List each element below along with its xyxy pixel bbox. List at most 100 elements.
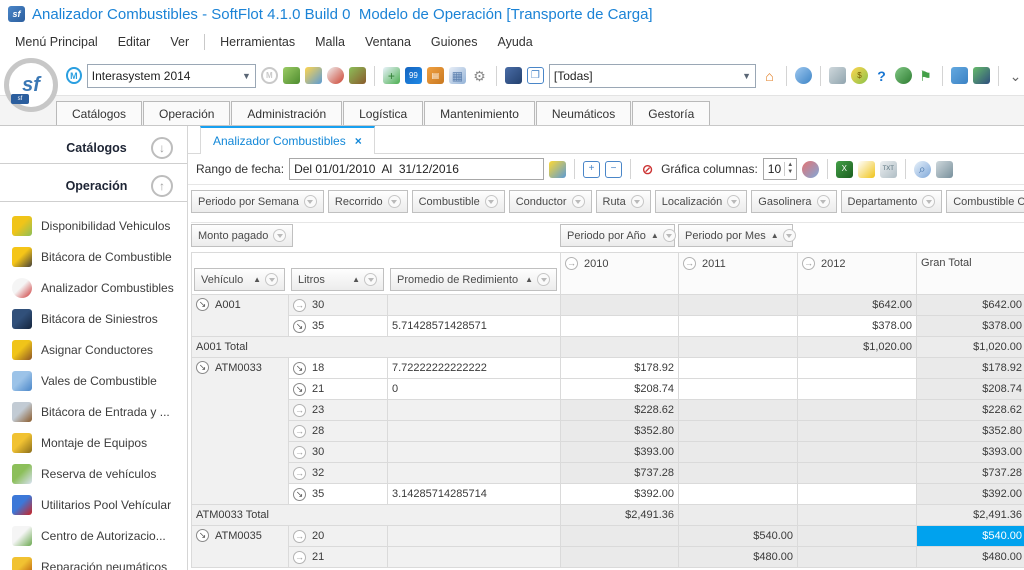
filter-funnel-icon[interactable] — [304, 195, 317, 208]
print-preview-icon[interactable]: ⌕ — [914, 161, 931, 178]
pivot-litros-cell[interactable]: ↘35 — [289, 316, 388, 337]
pivot-value-cell-2012[interactable]: $378.00 — [798, 316, 917, 337]
menu-item-ver[interactable]: Ver — [161, 32, 198, 52]
chevron-down-circle-icon[interactable]: ↓ — [151, 137, 173, 159]
sidebar-section-operacion[interactable]: Operación ↑ — [0, 170, 187, 202]
ribbon-tab-mantenimiento[interactable]: Mantenimiento — [424, 101, 535, 125]
ribbon-tab-neumaticos[interactable]: Neumáticos — [536, 101, 631, 125]
pivot-column-header-gran-total[interactable]: Gran Total — [917, 253, 1024, 295]
pivot-litros-cell[interactable]: →28 — [289, 421, 388, 442]
filter-funnel-icon[interactable] — [727, 195, 740, 208]
pivot-total-cell-gran-total[interactable]: $2,491.36 — [917, 505, 1024, 526]
image-export-icon[interactable] — [858, 161, 875, 178]
pivot-value-cell-2010[interactable]: $392.00 — [561, 484, 679, 505]
expand-icon[interactable]: → — [293, 299, 306, 312]
pivot-value-cell-2012[interactable] — [798, 463, 917, 484]
cancel-refresh-icon[interactable]: ⊘ — [639, 161, 656, 178]
field-chip-recorrido[interactable]: Recorrido — [328, 190, 408, 213]
pie-chart-icon[interactable] — [802, 161, 819, 178]
collapse-icon[interactable]: ↘ — [196, 529, 209, 542]
expand-icon[interactable]: → — [293, 404, 306, 417]
field-chip-gasolinera[interactable]: Gasolinera — [751, 190, 836, 213]
pivot-value-cell-2012[interactable] — [798, 547, 917, 568]
pivot-total-cell-gran-total[interactable]: $1,020.00 — [917, 337, 1024, 358]
pivot-value-cell-gran-total[interactable]: $378.00 — [917, 316, 1024, 337]
panel-icon[interactable] — [505, 67, 522, 84]
sidebar-item-centro-de-autorizacio[interactable]: Centro de Autorizacio... — [12, 520, 187, 551]
field-chip-monto-pagado[interactable]: Monto pagado — [191, 224, 293, 247]
filter-funnel-icon[interactable] — [572, 195, 585, 208]
filter-funnel-icon[interactable] — [817, 195, 830, 208]
menu-item-editar[interactable]: Editar — [109, 32, 160, 52]
window-switch-icon[interactable]: ❐ — [527, 67, 544, 84]
pivot-value-cell-2011[interactable] — [679, 316, 798, 337]
field-chip-promedio-de-redimiento[interactable]: Promedio de Redimiento▲ — [390, 268, 557, 291]
tab-analizador-combustibles[interactable]: Analizador Combustibles × — [200, 126, 375, 154]
pivot-value-cell-gran-total[interactable]: $393.00 — [917, 442, 1024, 463]
sidebar-item-vales-de-combustible[interactable]: Vales de Combustible — [12, 365, 187, 396]
pivot-vehicle-cell-atm0035[interactable]: ↘ATM0035 — [192, 526, 289, 568]
field-chip-periodo-mes[interactable]: Periodo por Mes ▲ — [678, 224, 793, 247]
sidebar-item-montaje-de-equipos[interactable]: Montaje de Equipos — [12, 427, 187, 458]
pivot-promedio-cell[interactable]: 5.71428571428571 — [388, 316, 561, 337]
numbers-99-icon[interactable]: 99 — [405, 67, 422, 84]
pivot-value-cell-2011[interactable] — [679, 484, 798, 505]
filter-funnel-icon[interactable] — [273, 229, 286, 242]
ribbon-tab-logistica[interactable]: Logística — [343, 101, 423, 125]
users-icon[interactable] — [349, 67, 366, 84]
pivot-value-cell-2011[interactable] — [679, 463, 798, 484]
pivot-value-cell-2010[interactable] — [561, 316, 679, 337]
pivot-value-cell-gran-total[interactable]: $178.92 — [917, 358, 1024, 379]
filter-funnel-icon[interactable] — [364, 273, 377, 286]
pivot-promedio-cell[interactable] — [388, 442, 561, 463]
pivot-value-cell-gran-total[interactable]: $737.28 — [917, 463, 1024, 484]
pivot-value-cell-gran-total[interactable]: $392.00 — [917, 484, 1024, 505]
sidebar-item-bitacora-de-siniestros[interactable]: Bitácora de Siniestros — [12, 303, 187, 334]
field-chip-conductor[interactable]: Conductor — [509, 190, 592, 213]
ribbon-tab-operacion[interactable]: Operación — [143, 101, 230, 125]
pivot-litros-cell[interactable]: ↘18 — [289, 358, 388, 379]
sidebar-item-utilitarios-pool-vehicular[interactable]: Utilitarios Pool Vehícular — [12, 489, 187, 520]
pivot-promedio-cell[interactable] — [388, 421, 561, 442]
pivot-value-cell-2011[interactable] — [679, 400, 798, 421]
globe-icon[interactable] — [795, 67, 812, 84]
grid-icon[interactable]: ▦ — [449, 67, 466, 84]
collapse-all-icon[interactable]: − — [605, 161, 622, 178]
pivot-value-cell-gran-total[interactable]: $208.74 — [917, 379, 1024, 400]
field-chip-departamento[interactable]: Departamento — [841, 190, 943, 213]
pivot-column-header-2011[interactable]: →2011 — [679, 253, 798, 295]
pivot-value-cell-2010[interactable]: $178.92 — [561, 358, 679, 379]
pivot-value-cell-2012[interactable] — [798, 358, 917, 379]
pivot-total-cell-2010[interactable] — [561, 337, 679, 358]
pivot-value-cell-2010[interactable] — [561, 547, 679, 568]
field-chip-periodo-ano[interactable]: Periodo por Año ▲ — [560, 224, 675, 247]
pivot-vehicle-cell-a001[interactable]: ↘A001 — [192, 295, 289, 337]
pivot-litros-cell[interactable]: →20 — [289, 526, 388, 547]
pivot-litros-cell[interactable]: ↘21 — [289, 379, 388, 400]
pivot-value-cell-2010[interactable]: $208.74 — [561, 379, 679, 400]
new-report-icon[interactable]: + — [383, 67, 400, 84]
print-icon[interactable] — [936, 161, 953, 178]
field-chip-combustible[interactable]: Combustible — [412, 190, 505, 213]
pivot-total-cell-2011[interactable] — [679, 337, 798, 358]
pivot-promedio-cell[interactable]: 3.14285714285714 — [388, 484, 561, 505]
pivot-value-cell-2011[interactable]: $480.00 — [679, 547, 798, 568]
pivot-value-cell-2012[interactable] — [798, 400, 917, 421]
sidebar-item-reparacion-neumaticos[interactable]: Reparación neumáticos — [12, 551, 187, 570]
ribbon-tab-administracion[interactable]: Administración — [231, 101, 342, 125]
pivot-litros-cell[interactable]: ↘35 — [289, 484, 388, 505]
menu-item-ayuda[interactable]: Ayuda — [488, 32, 541, 52]
sidebar-item-analizador-combustibles[interactable]: Analizador Combustibles — [12, 272, 187, 303]
pivot-value-cell-2011[interactable]: $540.00 — [679, 526, 798, 547]
picture-icon[interactable] — [305, 67, 322, 84]
ribbon-tab-gestoria[interactable]: Gestoría — [632, 101, 710, 125]
dashboard-gauge-icon[interactable] — [327, 67, 344, 84]
menu-item-malla[interactable]: Malla — [306, 32, 354, 52]
coins-icon[interactable]: $ — [851, 67, 868, 84]
pivot-promedio-cell[interactable]: 0 — [388, 379, 561, 400]
pivot-value-cell-2012[interactable] — [798, 442, 917, 463]
pivot-value-cell-gran-total[interactable]: $642.00 — [917, 295, 1024, 316]
expand-icon[interactable]: → — [565, 257, 578, 270]
sidebar-item-bitacora-de-combustible[interactable]: Bitácora de Combustible — [12, 241, 187, 272]
collapse-icon[interactable]: ↘ — [293, 362, 306, 375]
